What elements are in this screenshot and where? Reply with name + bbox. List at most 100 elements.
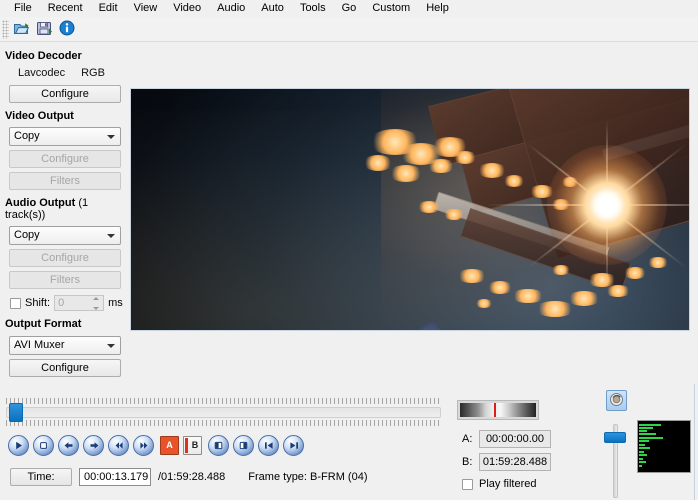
time-label-button[interactable]: Time: <box>10 468 72 486</box>
go-to-marker-b-button[interactable] <box>233 435 254 456</box>
chevron-down-icon <box>107 135 115 139</box>
save-floppy-icon <box>36 20 53 39</box>
volume-slider[interactable] <box>604 424 626 498</box>
arrow-left-icon <box>63 440 75 451</box>
menu-item-view[interactable]: View <box>126 0 166 17</box>
marker-panel: A: 00:00:00.00 B: 01:59:28.488 Play filt… <box>462 430 551 490</box>
menu-item-edit[interactable]: Edit <box>91 0 126 17</box>
audio-shift-checkbox[interactable] <box>10 297 21 309</box>
waveform-bar <box>639 440 649 442</box>
menu-item-file[interactable]: File <box>6 0 40 17</box>
waveform-bar <box>639 437 663 439</box>
save-file-button[interactable] <box>33 18 55 40</box>
waveform-bar <box>639 433 656 435</box>
marker-b-row: B: 01:59:28.488 <box>462 453 551 471</box>
menu-item-video[interactable]: Video <box>165 0 209 17</box>
previous-keyframe-button[interactable] <box>258 435 279 456</box>
play-filtered-label: Play filtered <box>479 478 537 490</box>
skip-back-icon <box>263 440 275 451</box>
audio-shift-unit: ms <box>108 297 123 309</box>
video-output-filters-button: Filters <box>9 172 121 190</box>
frame-type-label: Frame type: <box>248 471 307 483</box>
settings-sidebar: Video Decoder Lavcodec RGB Configure Vid… <box>0 43 130 388</box>
waveform-bar <box>639 430 647 432</box>
jump-marker-b-icon <box>238 440 249 451</box>
video-output-configure-button: Configure <box>9 150 121 168</box>
audio-shift-value: 0 <box>58 297 65 309</box>
waveform-bar <box>639 465 642 467</box>
video-output-heading: Video Output <box>5 110 74 122</box>
waveform-bar <box>639 451 644 453</box>
video-frame <box>131 89 689 330</box>
waveform-bar <box>639 447 650 449</box>
waveform-bar <box>639 461 646 463</box>
decoder-codec-name: Lavcodec <box>18 67 66 79</box>
audio-output-heading: Audio Output (1 track(s)) <box>0 197 130 221</box>
fast-forward-button[interactable] <box>133 435 154 456</box>
output-format-select[interactable]: AVI Muxer <box>9 336 121 355</box>
info-button[interactable] <box>56 18 78 40</box>
avidemux-window: File Recent Edit View Video Audio Auto T… <box>0 0 698 500</box>
set-marker-b-button[interactable]: B <box>183 436 202 455</box>
current-time-input[interactable]: 00:00:13.179 <box>79 468 151 486</box>
audio-output-codec-select[interactable]: Copy <box>9 226 121 245</box>
output-format-configure-button[interactable]: Configure <box>9 359 121 377</box>
waveform-bar <box>639 454 647 456</box>
rewind-button[interactable] <box>108 435 129 456</box>
skip-forward-icon <box>288 440 300 451</box>
video-preview-panel[interactable] <box>130 88 690 331</box>
navigation-position-marker <box>494 403 497 417</box>
marker-a-value[interactable]: 00:00:00.00 <box>479 430 551 448</box>
jump-marker-a-icon <box>213 440 224 451</box>
waveform-bar <box>639 427 653 429</box>
menu-item-tools[interactable]: Tools <box>292 0 334 17</box>
video-output-codec-value: Copy <box>14 130 40 142</box>
audio-output-filters-button: Filters <box>9 271 121 289</box>
tool-bar <box>0 17 698 42</box>
frame-navigation-strip[interactable] <box>457 400 539 420</box>
set-marker-a-button[interactable]: A <box>160 436 179 455</box>
waveform-bar <box>639 424 661 426</box>
menu-bar: File Recent Edit View Video Audio Auto T… <box>0 0 698 17</box>
menu-item-auto[interactable]: Auto <box>253 0 292 17</box>
audio-shift-spinner: 0 <box>54 295 105 311</box>
marker-b-value[interactable]: 01:59:28.488 <box>479 453 551 471</box>
open-file-button[interactable] <box>10 18 32 40</box>
menu-item-custom[interactable]: Custom <box>364 0 418 17</box>
video-output-codec-select[interactable]: Copy <box>9 127 121 146</box>
menu-item-go[interactable]: Go <box>334 0 365 17</box>
output-format-heading: Output Format <box>5 318 82 330</box>
stop-button[interactable] <box>33 435 54 456</box>
chevron-down-icon <box>107 234 115 238</box>
marker-a-label: A: <box>462 433 473 445</box>
navigation-gradient <box>460 403 536 417</box>
menu-item-audio[interactable]: Audio <box>209 0 253 17</box>
volume-handle[interactable] <box>604 431 626 443</box>
total-duration-label: /01:59:28.488 <box>158 471 226 483</box>
timeline-track[interactable] <box>6 407 441 418</box>
waveform-bar <box>639 458 643 460</box>
play-filtered-row: Play filtered <box>462 478 551 490</box>
playback-controls: A B <box>8 435 304 456</box>
chevron-down-icon <box>107 344 115 348</box>
sun-core <box>594 192 620 218</box>
timeline-slider[interactable] <box>6 398 441 426</box>
previous-frame-button[interactable] <box>58 435 79 456</box>
audio-shift-label: Shift: <box>25 297 51 309</box>
play-filtered-checkbox[interactable] <box>462 478 473 490</box>
loop-playback-button[interactable] <box>606 390 627 411</box>
frame-type-value: B-FRM (04) <box>310 471 368 483</box>
video-decoder-configure-button[interactable]: Configure <box>9 85 121 103</box>
menu-item-help[interactable]: Help <box>418 0 457 17</box>
timeline-handle[interactable] <box>8 403 23 422</box>
next-keyframe-button[interactable] <box>283 435 304 456</box>
play-button[interactable] <box>8 435 29 456</box>
menu-item-recent[interactable]: Recent <box>40 0 91 17</box>
go-to-marker-a-button[interactable] <box>208 435 229 456</box>
next-frame-button[interactable] <box>83 435 104 456</box>
audio-output-configure-button: Configure <box>9 249 121 267</box>
marker-a-row: A: 00:00:00.00 <box>462 430 551 448</box>
open-folder-icon <box>13 20 30 39</box>
toolbar-drag-handle[interactable] <box>2 19 9 39</box>
spinner-arrows-icon <box>92 297 100 310</box>
